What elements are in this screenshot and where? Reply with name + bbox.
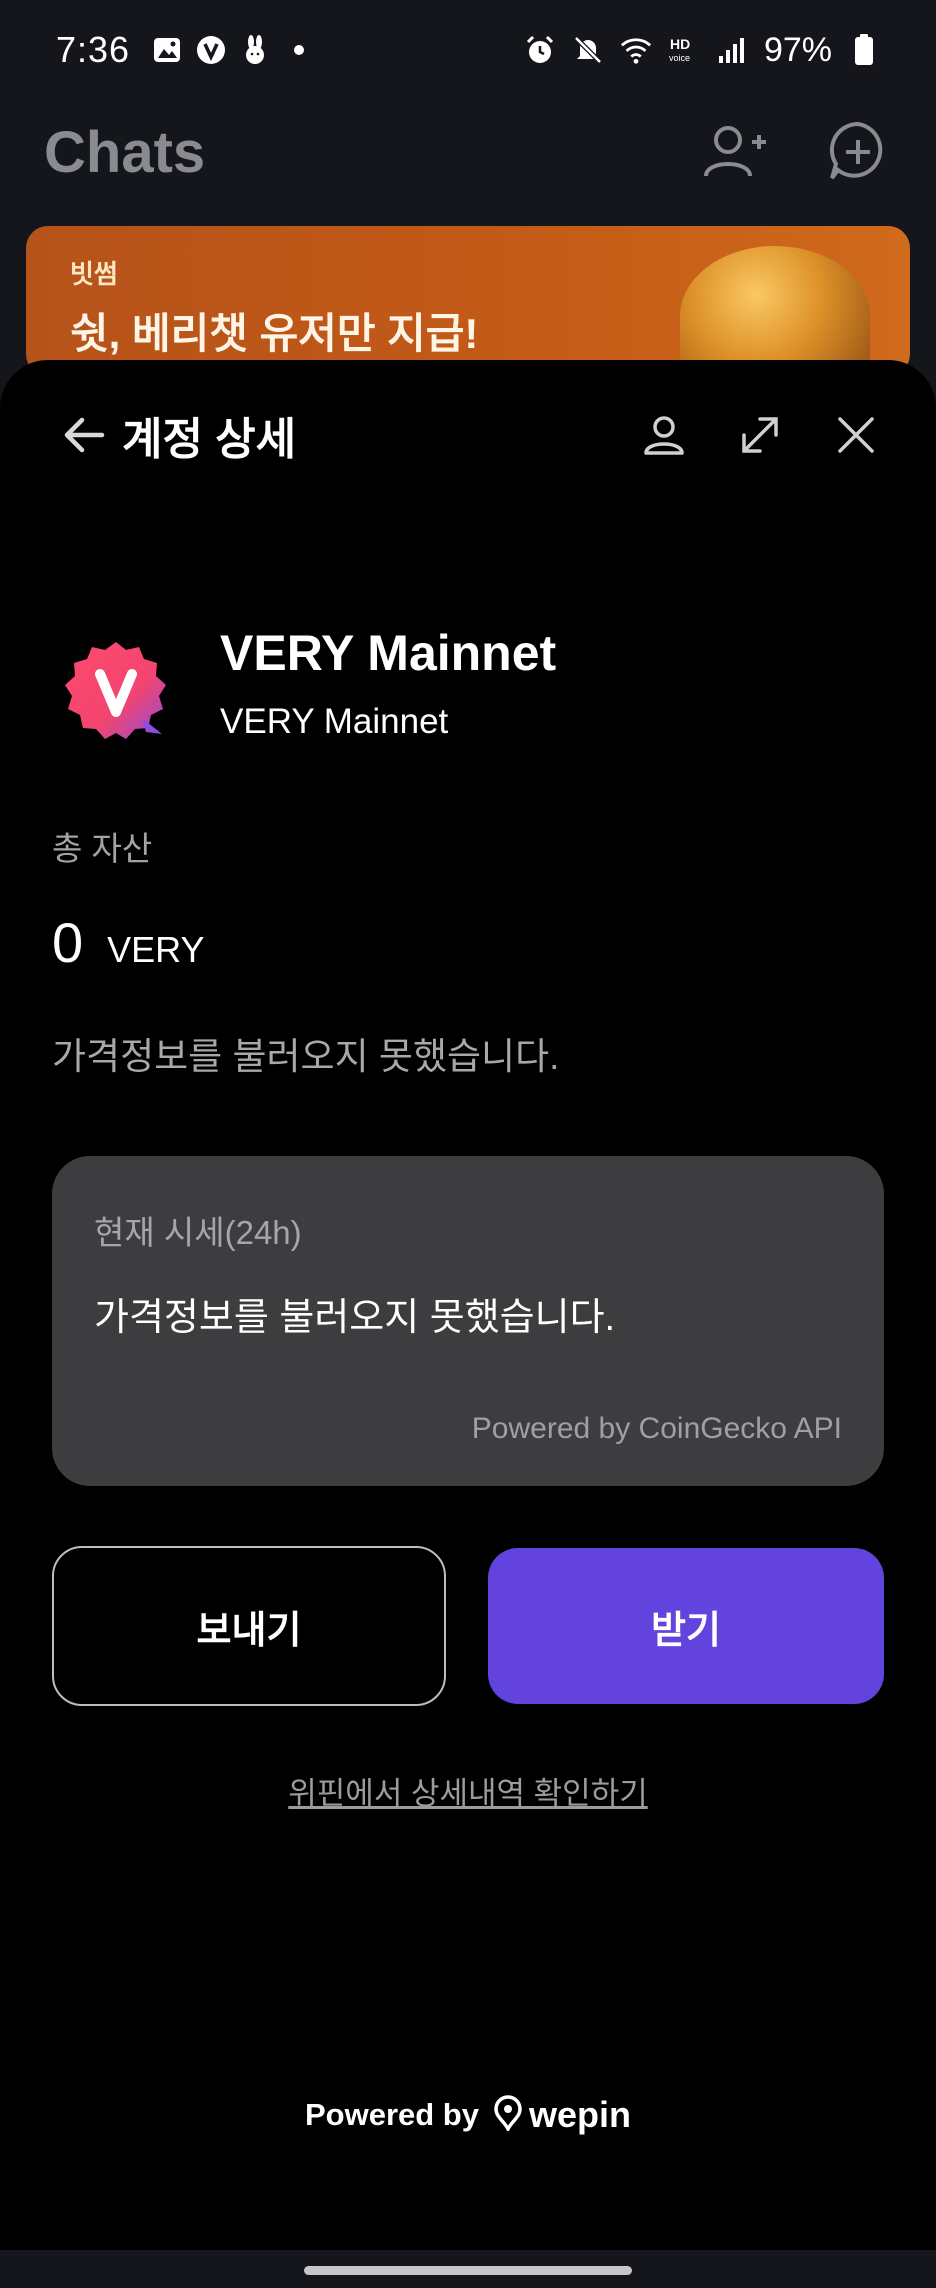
wepin-mark-icon [493,2094,523,2136]
mute-icon [572,34,604,66]
svg-text:voice: voice [669,53,690,63]
banner-brand: 빗썸 [70,259,118,289]
battery-percent: 97% [763,30,832,69]
expand-icon[interactable] [736,411,784,459]
chats-header: Chats [0,100,936,204]
battery-icon [848,34,880,66]
svg-text:HD: HD [670,36,690,52]
promo-banner[interactable]: 빗썸 쉿, 베리챗 유저만 지급! [26,226,910,376]
token-info: VERY Mainnet VERY Mainnet [56,624,886,784]
dot-icon [284,35,314,65]
status-left-icons [152,35,314,65]
status-time: 7:36 [56,29,131,70]
add-friend-icon[interactable] [700,118,768,186]
chats-actions [700,118,892,186]
wepin-wordmark: wepin [528,2094,631,2135]
signal-icon [716,34,748,66]
account-icon[interactable] [640,411,688,459]
token-network: VERY Mainnet [220,702,449,741]
sheet-actions [640,411,880,459]
treasure-chest-icon [680,246,870,376]
balance-amount: 0 [52,911,84,974]
receive-button[interactable]: 받기 [488,1548,884,1704]
very-app-icon [196,35,226,65]
chats-title: Chats [44,119,206,185]
total-assets-label: 총 자산 [52,830,153,867]
wepin-detail-link[interactable]: 위핀에서 상세내역 확인하기 [0,1768,936,1813]
very-logo-icon [62,638,170,746]
status-right-icons: HD voice 97% [524,31,880,70]
price-card-message: 가격정보를 불러오지 못했습니다. [94,1297,616,1339]
balance: 0 VERY [52,910,205,975]
powered-by-footer: Powered by wepin [0,2094,936,2136]
wepin-logo: wepin [493,2094,631,2136]
home-indicator[interactable] [304,2266,632,2275]
sheet-title: 계정 상세 [122,415,297,464]
wifi-icon [620,34,652,66]
price-card: 현재 시세(24h) 가격정보를 불러오지 못했습니다. Powered by … [52,1156,884,1486]
price-error-text: 가격정보를 불러오지 못했습니다. [52,1036,560,1077]
hd-voice-icon: HD voice [668,34,700,66]
price-card-label: 현재 시세(24h) [94,1214,302,1251]
send-button[interactable]: 보내기 [52,1546,446,1706]
sheet-header: 계정 상세 [0,360,936,510]
token-name: VERY Mainnet [220,625,557,681]
powered-by-label: Powered by [304,2097,479,2132]
bunny-icon [240,35,270,65]
navigation-bar [0,2250,936,2288]
new-chat-icon[interactable] [824,118,892,186]
gallery-icon [152,35,182,65]
status-bar: 7:36 HD voice 97% [0,0,936,100]
balance-unit: VERY [107,929,205,970]
banner-headline: 쉿, 베리챗 유저만 지급! [70,310,479,357]
account-detail-sheet: 계정 상세 VERY Mainnet VERY Mainnet 총 자산 0 V… [0,360,936,2250]
alarm-icon [524,34,556,66]
back-arrow-icon[interactable] [56,407,112,463]
close-icon[interactable] [832,411,880,459]
coingecko-credit: Powered by CoinGecko API [471,1412,842,1445]
